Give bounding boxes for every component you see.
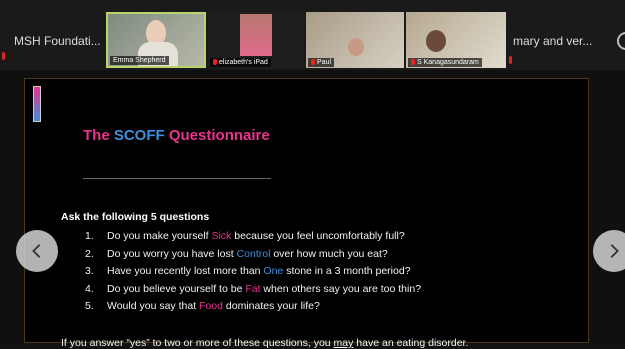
- muted-mic-icon: [509, 56, 512, 64]
- participant-face: [348, 38, 364, 56]
- muted-mic-icon: [213, 59, 217, 66]
- list-item: 1. Do you make yourself Sick because you …: [85, 230, 405, 242]
- participant-tile-elizabeth[interactable]: elizabeth's iPad: [208, 12, 304, 68]
- muted-mic-icon: [311, 59, 315, 66]
- participant-face: [426, 30, 446, 52]
- list-item: 3. Have you recently lost more than One s…: [85, 265, 411, 277]
- participant-host-name[interactable]: MSH Foundati...: [14, 34, 101, 48]
- prev-slide-button[interactable]: [16, 230, 58, 272]
- next-slide-button[interactable]: [593, 230, 625, 272]
- chevron-left-icon: [32, 244, 41, 258]
- participant-name: Emma Shepherd: [110, 56, 169, 65]
- list-item: 4. Do you believe yourself to be Fat when…: [85, 282, 422, 295]
- overflow-icon[interactable]: [617, 32, 625, 50]
- participant-strip: MSH Foundati... Emma Shepherd elizabeth'…: [0, 0, 625, 70]
- muted-mic-icon: [2, 52, 5, 60]
- divider: [83, 178, 271, 179]
- shared-screen: The SCOFF Questionnaire Ask the followin…: [0, 70, 625, 349]
- participant-overflow-names[interactable]: mary and ver...: [513, 34, 592, 48]
- participant-name: Paul: [317, 59, 332, 66]
- participant-name: S Kanagasundaram: [417, 59, 479, 66]
- slide-title: The SCOFF Questionnaire: [83, 127, 270, 144]
- intro-text: Ask the following 5 questions: [61, 211, 210, 223]
- outro-text: If you answer “yes” to two or more of th…: [61, 337, 469, 349]
- participant-video: [240, 14, 272, 56]
- slide: The SCOFF Questionnaire Ask the followin…: [24, 78, 589, 349]
- participant-tile-kanagasundaram[interactable]: S Kanagasundaram: [406, 12, 506, 68]
- list-item: 2. Do you worry you have lost Control ove…: [85, 247, 388, 260]
- accent-bar: [33, 86, 41, 122]
- muted-mic-icon: [411, 59, 415, 66]
- list-item: 5. Would you say that Food dominates your…: [85, 300, 320, 312]
- participant-name: elizabeth's iPad: [219, 59, 268, 66]
- participant-tile-paul[interactable]: Paul: [306, 12, 404, 68]
- question-list: 1. Do you make yourself Sick because you …: [85, 228, 421, 316]
- participant-tile-emma[interactable]: Emma Shepherd: [106, 12, 206, 68]
- chevron-right-icon: [610, 244, 619, 258]
